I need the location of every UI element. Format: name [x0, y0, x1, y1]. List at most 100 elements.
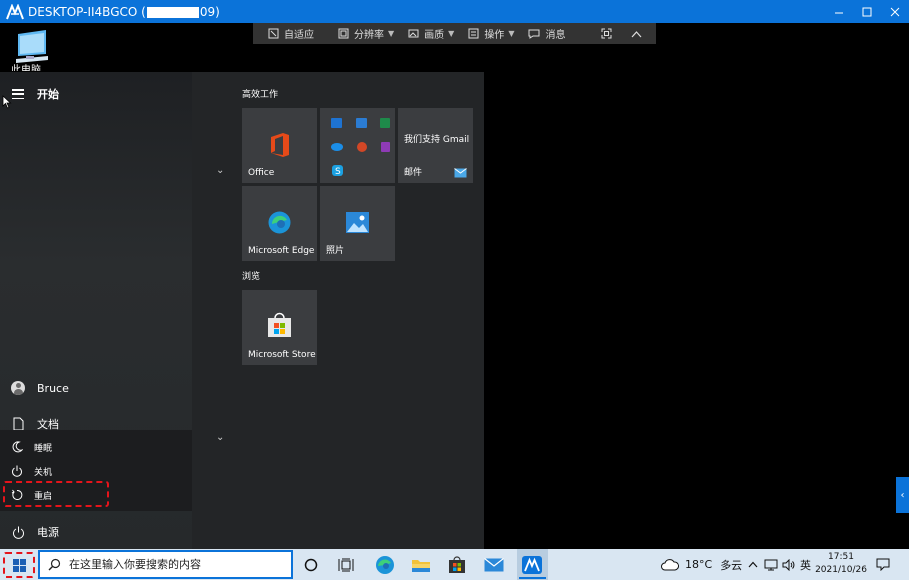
tile-store[interactable]: Microsoft Store	[242, 290, 317, 365]
tile-office-apps-folder[interactable]: S	[320, 108, 395, 183]
taskbar-search-box[interactable]	[38, 550, 293, 579]
cloud-icon	[661, 559, 679, 571]
message-button[interactable]: 消息	[521, 23, 572, 44]
taskbar-store[interactable]	[443, 552, 471, 578]
weather-widget[interactable]: 18°C 多云	[661, 549, 742, 580]
taskbar-file-explorer[interactable]	[407, 552, 435, 578]
store-icon	[449, 556, 465, 573]
image-quality-icon	[408, 29, 419, 38]
taskbar-edge[interactable]	[371, 552, 399, 578]
title-bar: DESKTOP-II4BGCO (09)	[0, 0, 909, 23]
maximize-icon	[862, 7, 872, 16]
office-icon	[271, 133, 289, 157]
taskbar-remote-app[interactable]	[518, 552, 546, 578]
mouse-cursor-icon	[2, 95, 12, 109]
store-icon	[268, 312, 291, 337]
mail-icon	[484, 558, 504, 572]
chevron-down-icon: ▼	[448, 29, 455, 38]
tile-label: Office	[248, 168, 275, 178]
minimize-icon	[835, 12, 843, 13]
user-avatar-icon	[11, 381, 25, 395]
start-header-label: 开始	[37, 88, 59, 101]
shutdown-label: 关机	[34, 467, 53, 478]
cortana-circle-icon	[304, 558, 318, 572]
minimize-button[interactable]	[825, 0, 853, 23]
start-menu-app-list	[192, 72, 234, 549]
close-button[interactable]	[881, 0, 909, 23]
app-logo-icon	[522, 556, 542, 574]
chevron-left-icon: ‹	[900, 489, 905, 501]
remote-control-toolbar: 自适应 分辨率 ▼ 画质 ▼ 操作 ▼ 消息	[253, 23, 656, 44]
search-input[interactable]	[69, 558, 269, 571]
taskbar-mail[interactable]	[480, 552, 508, 578]
clock-date: 2021/10/26	[815, 565, 867, 575]
chevron-up-icon	[748, 561, 758, 568]
tile-edge[interactable]: Microsoft Edge	[242, 186, 317, 261]
input-method-indicator[interactable]: 英	[800, 549, 811, 580]
network-status[interactable]	[764, 549, 778, 580]
edge-icon	[376, 556, 394, 574]
resolution-icon	[338, 28, 349, 39]
chevron-down-icon[interactable]: ⌄	[216, 165, 224, 176]
tile-label: 照片	[326, 246, 345, 256]
sleep-label: 睡眠	[34, 443, 53, 454]
power-label: 电源	[37, 526, 59, 539]
side-panel-toggle[interactable]: ‹	[896, 477, 909, 513]
tile-label: 邮件	[404, 168, 423, 178]
power-icon	[12, 526, 24, 539]
tile-photos[interactable]: 照片	[320, 186, 395, 261]
group-title-productivity: 高效工作	[242, 90, 279, 100]
power-icon	[12, 465, 22, 477]
start-button[interactable]	[3, 552, 35, 578]
search-icon	[48, 558, 61, 571]
tile-mail[interactable]: 我们支持 Gmail 邮件	[398, 108, 473, 183]
weather-temperature: 18°C	[685, 558, 713, 571]
edge-icon	[268, 211, 291, 234]
task-view-icon	[338, 558, 354, 572]
cortana-button[interactable]	[297, 552, 325, 578]
notification-icon	[876, 558, 890, 571]
tile-office[interactable]: Office	[242, 108, 317, 183]
mail-icon	[454, 168, 467, 178]
notification-center-button[interactable]	[876, 549, 890, 580]
image-quality-dropdown[interactable]: 画质 ▼	[401, 23, 461, 44]
weather-description: 多云	[720, 558, 743, 572]
svg-text:S: S	[335, 167, 341, 177]
chevron-down-icon: ▼	[388, 29, 395, 38]
restart-highlight-box	[3, 481, 109, 507]
chevron-down-icon[interactable]: ⌄	[216, 432, 224, 443]
maximize-button[interactable]	[853, 0, 881, 23]
user-name: Bruce	[37, 381, 69, 395]
windows-logo-icon	[12, 558, 26, 572]
hamburger-menu-icon[interactable]	[12, 89, 24, 99]
fit-screen-button[interactable]: 自适应	[261, 23, 321, 44]
document-icon	[13, 417, 23, 431]
power-button[interactable]: 电源	[10, 524, 59, 540]
volume-control[interactable]	[782, 549, 796, 580]
resolution-dropdown[interactable]: 分辨率 ▼	[331, 23, 401, 44]
remote-desktop-window: DESKTOP-II4BGCO (09) 自适应 分辨率 ▼ 画质 ▼ 操作 ▼…	[0, 0, 909, 580]
shutdown-option[interactable]: 关机	[10, 464, 52, 478]
message-icon	[528, 29, 540, 39]
operation-dropdown[interactable]: 操作 ▼	[461, 23, 521, 44]
this-pc-label: 此电脑	[11, 65, 41, 71]
network-icon	[764, 559, 778, 570]
start-menu-header[interactable]: 开始	[12, 86, 59, 102]
redacted-id	[146, 6, 199, 18]
sleep-option[interactable]: 睡眠	[10, 440, 52, 454]
fullscreen-button[interactable]	[594, 23, 624, 44]
operation-icon	[468, 28, 479, 39]
chevron-up-icon	[632, 30, 642, 37]
ime-label: 英	[800, 558, 811, 572]
chevron-down-icon: ▼	[508, 29, 515, 38]
photos-icon	[346, 212, 369, 233]
sleep-moon-icon	[12, 441, 23, 453]
user-account-item[interactable]: Bruce	[10, 380, 69, 396]
mail-tile-message: 我们支持 Gmail	[404, 135, 470, 145]
collapse-toolbar-button[interactable]	[624, 23, 654, 44]
taskbar-clock[interactable]: 17:51 2021/10/26	[812, 551, 870, 577]
task-view-button[interactable]	[332, 552, 360, 578]
window-title: DESKTOP-II4BGCO (09)	[28, 4, 220, 19]
show-hidden-icons-button[interactable]	[748, 549, 758, 580]
app-logo-icon	[6, 3, 24, 19]
